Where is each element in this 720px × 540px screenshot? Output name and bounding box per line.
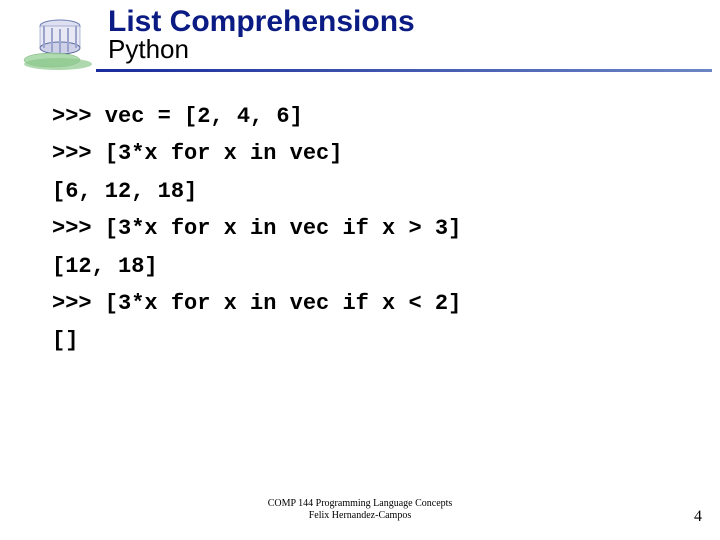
slide-title: List Comprehensions xyxy=(108,6,720,38)
code-line: [6, 12, 18] xyxy=(52,173,720,210)
code-block: >>> vec = [2, 4, 6] >>> [3*x for x in ve… xyxy=(0,72,720,360)
slide-subtitle: Python xyxy=(108,36,720,63)
code-line: >>> [3*x for x in vec if x > 3] xyxy=(52,210,720,247)
code-line: >>> vec = [2, 4, 6] xyxy=(52,98,720,135)
code-line: [] xyxy=(52,322,720,359)
footer-line-1: COMP 144 Programming Language Concepts xyxy=(0,498,720,510)
header-rule xyxy=(96,69,712,72)
code-line: >>> [3*x for x in vec] xyxy=(52,135,720,172)
well-logo xyxy=(10,4,98,72)
slide-footer: COMP 144 Programming Language Concepts F… xyxy=(0,498,720,522)
slide-header: List Comprehensions Python xyxy=(0,0,720,72)
code-line: >>> [3*x for x in vec if x < 2] xyxy=(52,285,720,322)
footer-line-2: Felix Hernandez-Campos xyxy=(0,510,720,522)
code-line: [12, 18] xyxy=(52,248,720,285)
page-number: 4 xyxy=(694,508,702,526)
